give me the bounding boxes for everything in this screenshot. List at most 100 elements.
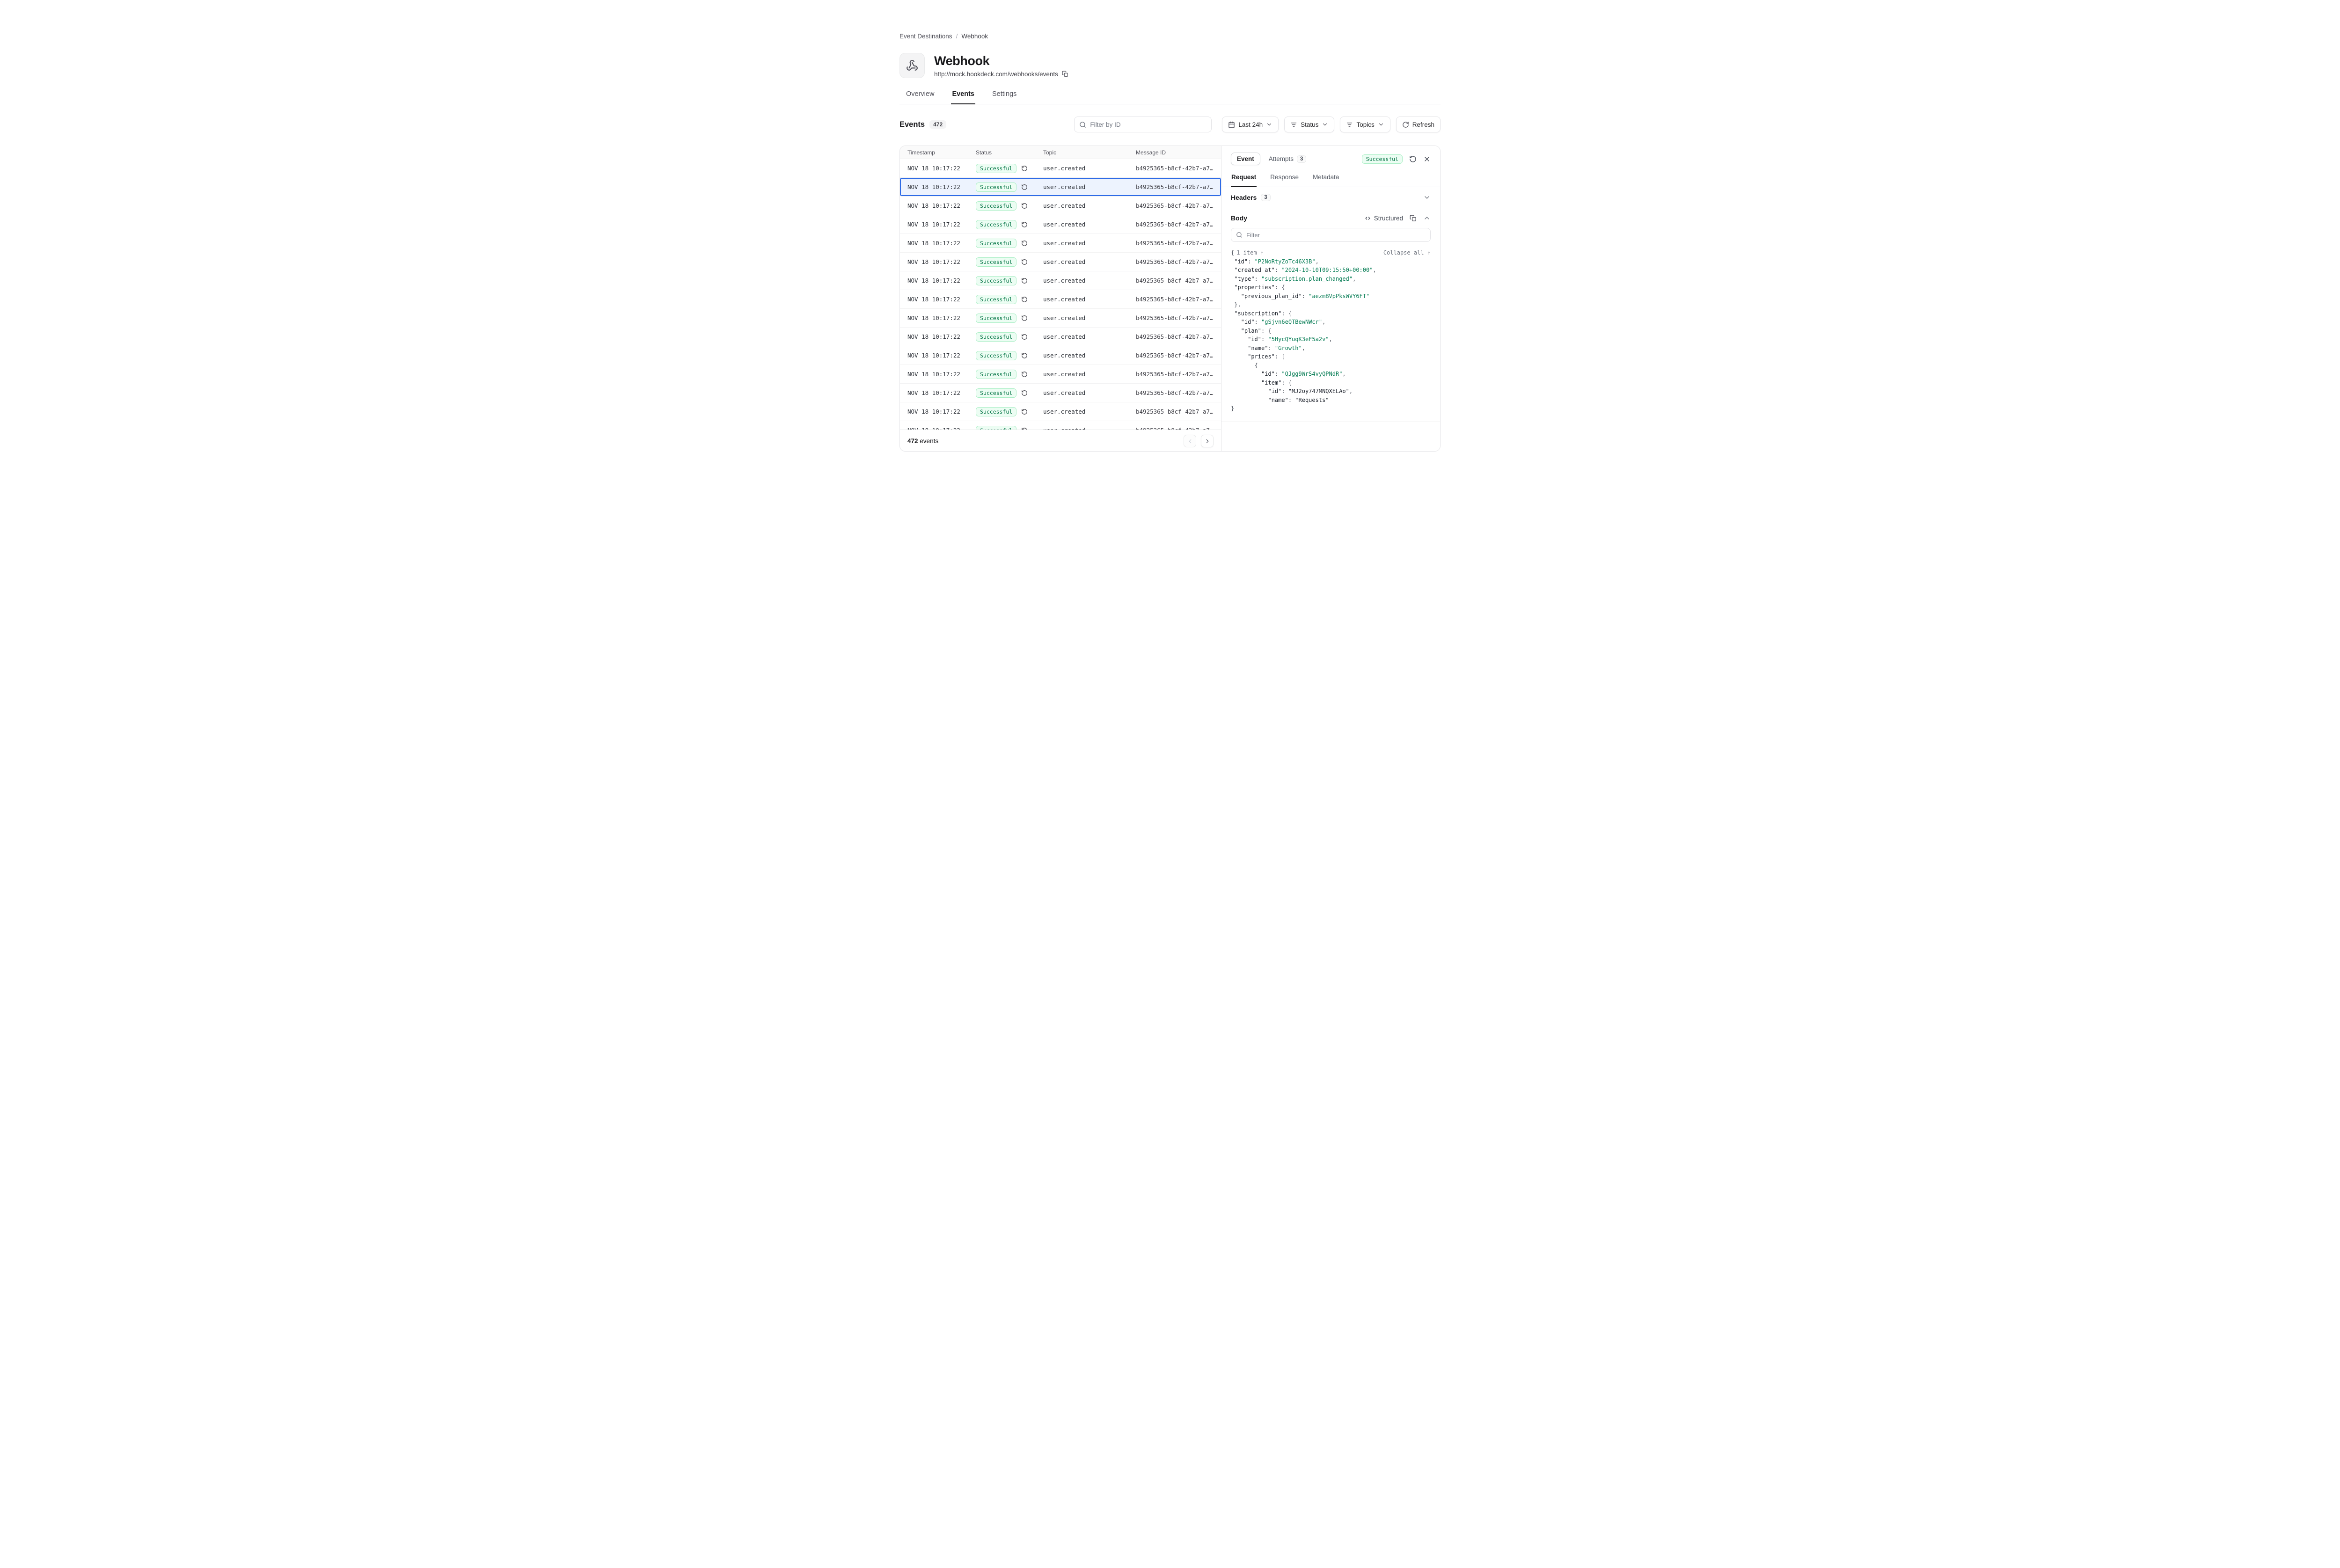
chevron-down-icon xyxy=(1423,194,1431,201)
cell-message-id: b4925365-b8cf-42b7-a76… xyxy=(1136,314,1221,321)
table-row[interactable]: NOV 18 10:17:22 Successful user.created … xyxy=(900,346,1221,365)
breadcrumb-link-event-destinations[interactable]: Event Destinations xyxy=(899,33,952,40)
table-row[interactable]: NOV 18 10:17:22 Successful user.created … xyxy=(900,215,1221,234)
refresh-button[interactable]: Refresh xyxy=(1396,117,1441,132)
retry-row-button[interactable] xyxy=(1021,390,1028,396)
cell-message-id: b4925365-b8cf-42b7-a76… xyxy=(1136,240,1221,247)
events-table: Timestamp Status Topic Message ID NOV 18… xyxy=(900,146,1221,452)
attempts-tab[interactable]: Attempts 3 xyxy=(1269,155,1307,163)
retry-row-button[interactable] xyxy=(1021,277,1028,284)
search-icon xyxy=(1236,232,1243,238)
attempts-count-badge: 3 xyxy=(1297,155,1306,163)
table-row[interactable]: NOV 18 10:17:22 Successful user.created … xyxy=(900,402,1221,421)
retry-row-button[interactable] xyxy=(1021,334,1028,340)
retry-row-button[interactable] xyxy=(1021,315,1028,321)
json-line: "name": "Requests" xyxy=(1231,396,1431,405)
json-line: "created_at": "2024-10-10T09:15:50+00:00… xyxy=(1231,266,1431,275)
webhook-icon xyxy=(899,53,925,78)
retry-row-button[interactable] xyxy=(1021,203,1028,209)
retry-row-button[interactable] xyxy=(1021,165,1028,172)
item-count-toggle[interactable]: 1 item ↑ xyxy=(1236,249,1264,256)
breadcrumb: Event Destinations / Webhook xyxy=(899,33,1441,40)
table-row[interactable]: NOV 18 10:17:22 Successful user.created … xyxy=(900,384,1221,402)
prev-page-button[interactable] xyxy=(1184,435,1196,447)
status-badge: Successful xyxy=(976,332,1016,342)
breadcrumb-link-webhook[interactable]: Webhook xyxy=(961,33,988,40)
cell-topic: user.created xyxy=(1043,240,1136,247)
retry-row-button[interactable] xyxy=(1021,184,1028,190)
retry-row-button[interactable] xyxy=(1021,352,1028,359)
tab-events[interactable]: Events xyxy=(951,90,975,104)
retry-row-button[interactable] xyxy=(1021,371,1028,378)
cell-message-id: b4925365-b8cf-42b7-a76… xyxy=(1136,296,1221,303)
table-row[interactable]: NOV 18 10:17:22 Successful user.created … xyxy=(900,328,1221,346)
table-row[interactable]: NOV 18 10:17:22 Successful user.created … xyxy=(900,234,1221,253)
breadcrumb-separator: / xyxy=(956,33,958,40)
table-row[interactable]: NOV 18 10:17:22 Successful user.created … xyxy=(900,197,1221,215)
retry-icon xyxy=(1409,155,1417,163)
arrow-up-icon: ↑ xyxy=(1427,249,1431,256)
json-line: "properties": { xyxy=(1231,283,1431,292)
event-tab[interactable]: Event xyxy=(1231,153,1260,165)
retry-icon xyxy=(1021,296,1028,303)
close-panel-button[interactable] xyxy=(1423,155,1431,163)
headers-section-toggle[interactable]: Headers 3 xyxy=(1221,187,1440,208)
cell-timestamp: NOV 18 10:17:22 xyxy=(907,202,976,209)
retry-row-button[interactable] xyxy=(1021,259,1028,265)
json-line: { xyxy=(1231,361,1431,370)
collapse-all-button[interactable]: Collapse all ↑ xyxy=(1383,249,1431,256)
retry-row-button[interactable] xyxy=(1021,240,1028,247)
main-tabs: Overview Events Settings xyxy=(899,90,1441,104)
copy-url-button[interactable] xyxy=(1062,71,1068,77)
page-header: Webhook http://mock.hookdeck.com/webhook… xyxy=(899,53,1441,78)
cell-timestamp: NOV 18 10:17:22 xyxy=(907,258,976,265)
headers-count-badge: 3 xyxy=(1261,194,1270,201)
collapse-body-button[interactable] xyxy=(1423,214,1431,222)
table-row[interactable]: NOV 18 10:17:22 Successful user.created … xyxy=(900,365,1221,384)
copy-body-button[interactable] xyxy=(1410,215,1417,222)
subtab-metadata[interactable]: Metadata xyxy=(1312,174,1339,187)
tab-overview[interactable]: Overview xyxy=(905,90,935,104)
cell-message-id: b4925365-b8cf-42b7-a76… xyxy=(1136,352,1221,359)
status-badge: Successful xyxy=(976,426,1016,430)
retry-row-button[interactable] xyxy=(1021,408,1028,415)
body-section: Body Structured xyxy=(1221,208,1440,422)
cell-topic: user.created xyxy=(1043,183,1136,190)
subtab-response[interactable]: Response xyxy=(1270,174,1299,187)
retry-event-button[interactable] xyxy=(1409,155,1417,163)
json-filter-input[interactable] xyxy=(1246,232,1426,239)
chevron-right-icon xyxy=(1204,438,1211,445)
json-line: }, xyxy=(1231,300,1431,309)
cell-timestamp: NOV 18 10:17:22 xyxy=(907,221,976,228)
retry-row-button[interactable] xyxy=(1021,296,1028,303)
body-label: Body xyxy=(1231,214,1247,222)
table-row[interactable]: NOV 18 10:17:22 Successful user.created … xyxy=(900,309,1221,328)
table-row[interactable]: NOV 18 10:17:22 Successful user.created … xyxy=(900,178,1221,197)
filter-lines-icon xyxy=(1346,121,1353,128)
filter-by-id-input[interactable] xyxy=(1090,121,1207,128)
status-badge: Successful xyxy=(976,164,1016,173)
status-badge: Successful xyxy=(976,276,1016,285)
table-footer: 472 events xyxy=(900,430,1221,452)
arrow-up-icon: ↑ xyxy=(1260,249,1264,256)
chevron-down-icon xyxy=(1266,121,1272,128)
cell-topic: user.created xyxy=(1043,371,1136,378)
tab-settings[interactable]: Settings xyxy=(991,90,1017,104)
status-filter-label: Status xyxy=(1301,121,1318,128)
time-range-button[interactable]: Last 24h xyxy=(1222,117,1279,132)
cell-message-id: b4925365-b8cf-42b7-a76… xyxy=(1136,408,1221,415)
table-header: Timestamp Status Topic Message ID xyxy=(900,146,1221,159)
subtab-request[interactable]: Request xyxy=(1231,174,1257,187)
events-count-badge: 472 xyxy=(929,120,946,129)
table-row[interactable]: NOV 18 10:17:22 Successful user.created … xyxy=(900,159,1221,178)
next-page-button[interactable] xyxy=(1201,435,1214,447)
table-row[interactable]: NOV 18 10:17:22 Successful user.created … xyxy=(900,271,1221,290)
table-row[interactable]: NOV 18 10:17:22 Successful user.created … xyxy=(900,290,1221,309)
table-row[interactable]: NOV 18 10:17:22 Successful user.created … xyxy=(900,421,1221,430)
status-filter-button[interactable]: Status xyxy=(1284,117,1334,132)
structured-mode-toggle[interactable]: Structured xyxy=(1364,215,1403,222)
table-row[interactable]: NOV 18 10:17:22 Successful user.created … xyxy=(900,253,1221,271)
cell-message-id: b4925365-b8cf-42b7-a76… xyxy=(1136,183,1221,190)
retry-row-button[interactable] xyxy=(1021,221,1028,228)
topics-filter-button[interactable]: Topics xyxy=(1340,117,1390,132)
